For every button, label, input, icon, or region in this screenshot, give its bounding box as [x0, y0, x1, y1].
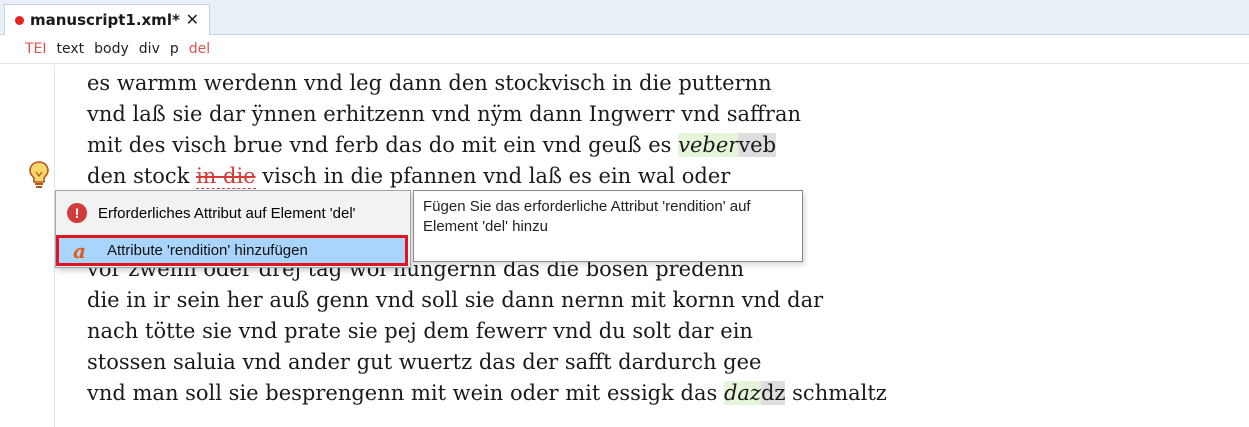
editor-line[interactable]: die in ir sein her auß genn vnd soll sie… [87, 285, 887, 316]
breadcrumb: TEI text body div p del [0, 35, 1249, 64]
breadcrumb-item-body[interactable]: body [94, 41, 129, 57]
fix-label: Attribute 'rendition' hinzufügen [106, 242, 308, 259]
editor-line[interactable]: mit des visch brue vnd ferb das do mit e… [87, 130, 887, 161]
line-text: stossen saluia vnd ander gut wuertz das … [87, 350, 762, 374]
tab-title: manuscript1.xml* [30, 11, 180, 29]
fix-description-tooltip: Fügen Sie das erforderliche Attribut 're… [413, 190, 803, 262]
quick-fix-popup: ! Erforderliches Attribut auf Element 'd… [55, 190, 411, 268]
close-icon[interactable]: ✕ [186, 10, 199, 29]
editor-line[interactable]: nach tötte sie vnd prate sie pej dem few… [87, 316, 887, 347]
editor-gutter [0, 65, 55, 427]
editor-line[interactable]: vnd man soll sie besprengenn mit wein od… [87, 378, 887, 409]
modified-indicator-icon [15, 15, 24, 25]
line-text: es warmm werdenn vnd leg dann den stockv… [87, 71, 772, 95]
breadcrumb-item-del[interactable]: del [189, 41, 210, 57]
line-text: vnd man soll sie besprengenn mit wein od… [87, 381, 724, 405]
error-icon: ! [67, 203, 87, 223]
breadcrumb-item-div[interactable]: div [139, 41, 160, 57]
highlighted-text: veb [738, 133, 777, 157]
editor-line[interactable]: es warmm werdenn vnd leg dann den stockv… [87, 68, 887, 99]
breadcrumb-item-text[interactable]: text [57, 41, 85, 57]
line-text: den stock [87, 164, 197, 188]
editor-line[interactable]: vnd laß sie dar ÿnnen erhitzenn vnd nÿm … [87, 99, 887, 130]
problem-message: Erforderliches Attribut auf Element 'del… [98, 204, 356, 222]
deleted-text: in die [196, 164, 256, 189]
attribute-icon: a [73, 238, 86, 263]
highlighted-text: daz [723, 381, 761, 405]
breadcrumb-item-p[interactable]: p [170, 41, 179, 57]
line-text: schmaltz [785, 381, 887, 405]
lightbulb-icon[interactable] [27, 160, 51, 190]
highlighted-text: veber [678, 133, 739, 157]
breadcrumb-item-tei[interactable]: TEI [25, 41, 47, 57]
editor-line[interactable]: den stock in die visch in die pfannen vn… [87, 161, 887, 192]
line-text: die in ir sein her auß genn vnd soll sie… [87, 288, 824, 312]
line-text: visch in die pfannen vnd laß es ein wal … [255, 164, 731, 188]
tab-manuscript1[interactable]: manuscript1.xml* ✕ [4, 4, 210, 35]
line-text: vnd laß sie dar ÿnnen erhitzenn vnd nÿm … [87, 102, 802, 126]
editor-line[interactable]: stossen saluia vnd ander gut wuertz das … [87, 347, 887, 378]
highlighted-text: dz [760, 381, 786, 405]
line-text: mit des visch brue vnd ferb das do mit e… [87, 133, 679, 157]
line-text: nach tötte sie vnd prate sie pej dem few… [87, 319, 753, 343]
quick-fix-problem: ! Erforderliches Attribut auf Element 'd… [56, 191, 410, 235]
editor-tab-bar: manuscript1.xml* ✕ [0, 0, 1249, 35]
add-rendition-attribute-fix[interactable]: a Attribute 'rendition' hinzufügen [56, 235, 408, 266]
